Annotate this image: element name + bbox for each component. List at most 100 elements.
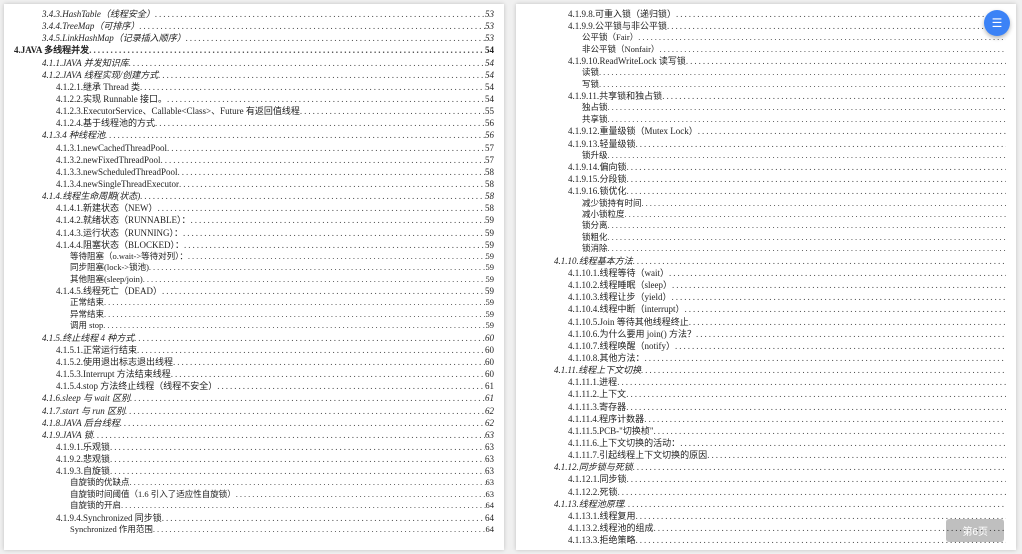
toc-entry[interactable]: 4.1.1. JAVA 并发知识库54	[14, 57, 494, 69]
toc-entry[interactable]: 非公平锁（Nonfair）	[526, 44, 1006, 55]
toc-page: 58	[485, 202, 494, 214]
toc-entry[interactable]: 3.4.4. TreeMap（可排序）53	[14, 20, 494, 32]
toc-entry[interactable]: 4.1.9.13. 轻量级锁	[526, 138, 1006, 150]
toc-entry[interactable]: 4.1.4.4. 阻塞状态（BLOCKED）：59	[14, 239, 494, 251]
toc-entry[interactable]: 锁升级	[526, 150, 1006, 161]
toc-entry[interactable]: 4.1.11.5. PCB-"切换桢"	[526, 425, 1006, 437]
toc-entry[interactable]: 4.1.9.14. 偏向锁	[526, 161, 1006, 173]
toc-entry[interactable]: 其他阻塞(sleep/join)59	[14, 274, 494, 285]
toc-entry[interactable]: 4.1.10.4. 线程中断（interrupt）	[526, 303, 1006, 315]
toc-entry[interactable]: 自旋锁的优缺点63	[14, 477, 494, 488]
toc-entry[interactable]: 4. JAVA 多线程并发54	[14, 44, 494, 56]
toc-dots	[617, 376, 1006, 388]
toc-entry[interactable]: 4.1.9.10. ReadWriteLock 读写锁	[526, 55, 1006, 67]
toc-entry[interactable]: 4.1.10.7. 线程唤醒（notify）	[526, 340, 1006, 352]
toc-entry[interactable]: 4.1.9.12. 重量级锁（Mutex Lock）	[526, 125, 1006, 137]
toc-entry[interactable]: 4.1.4.5. 线程死亡（DEAD）59	[14, 285, 494, 297]
toc-entry[interactable]: 4.1.9.15. 分段锁	[526, 173, 1006, 185]
toc-entry[interactable]: 4.1.12. 同步锁与死锁	[526, 461, 1006, 473]
toc-float-button[interactable]: ☰	[984, 10, 1010, 36]
toc-entry[interactable]: 4.1.13.3. 拒绝策略	[526, 534, 1006, 546]
toc-entry[interactable]: 4.1.4.3. 运行状态（RUNNING）：59	[14, 227, 494, 239]
toc-entry[interactable]: 4.1.5. 终止线程 4 种方式60	[14, 332, 494, 344]
toc-entry[interactable]: 4.1.3.4. newSingleThreadExecutor58	[14, 178, 494, 190]
toc-entry[interactable]: 4.1.9.2. 悲观锁63	[14, 453, 494, 465]
toc-label: 引起线程上下文切换的原因	[599, 449, 707, 461]
toc-entry[interactable]: 4.1.10.5. Join 等待其他线程终止	[526, 316, 1006, 328]
toc-entry[interactable]: 4.1.10.8. 其他方法：	[526, 352, 1006, 364]
toc-entry[interactable]: 4.1.10.6. 为什么要用 join() 方法？	[526, 328, 1006, 340]
toc-dots	[140, 190, 485, 202]
toc-entry[interactable]: 4.1.9.8. 可重入锁（递归锁）	[526, 8, 1006, 20]
toc-entry[interactable]: 减少锁持有时间	[526, 198, 1006, 209]
toc-entry[interactable]: 3.4.3. HashTable（线程安全）53	[14, 8, 494, 20]
toc-entry[interactable]: 写锁	[526, 79, 1006, 90]
toc-entry[interactable]: 4.1.13. 线程池原理	[526, 498, 1006, 510]
toc-entry[interactable]: 4.1.9.3. 自旋锁63	[14, 465, 494, 477]
toc-entry[interactable]: 4.1.9.16. 锁优化	[526, 185, 1006, 197]
toc-entry[interactable]: 锁分离	[526, 220, 1006, 231]
toc-dots	[707, 449, 1006, 461]
toc-entry[interactable]: 4.1.9. JAVA 锁63	[14, 429, 494, 441]
toc-entry[interactable]: 4.1.4.1. 新建状态（NEW）58	[14, 202, 494, 214]
toc-entry[interactable]: 4.1.5.4. stop 方法终止线程（线程不安全）61	[14, 380, 494, 392]
toc-entry[interactable]: 4.1.12.1. 同步锁	[526, 473, 1006, 485]
toc-entry[interactable]: 4.1.6. sleep 与 wait 区别61	[14, 392, 494, 404]
toc-entry[interactable]: 4.1.11. 线程上下文切换	[526, 364, 1006, 376]
toc-entry[interactable]: 调用 stop59	[14, 320, 494, 331]
toc-entry[interactable]: 4.1.11.2. 上下文	[526, 388, 1006, 400]
toc-label: LinkHashMap（记录插入顺序）	[62, 32, 186, 44]
toc-entry[interactable]: 4.1.12.2. 死锁	[526, 486, 1006, 498]
toc-entry[interactable]: 4.1.8. JAVA 后台线程62	[14, 417, 494, 429]
toc-entry[interactable]: 正常结束59	[14, 297, 494, 308]
toc-num: 4.1.2.3.	[56, 105, 83, 117]
toc-entry[interactable]: 4.1.13.1. 线程复用	[526, 510, 1006, 522]
toc-entry[interactable]: 4.1.10.2. 线程睡眠（sleep）	[526, 279, 1006, 291]
toc-entry[interactable]: Synchronized 作用范围64	[14, 524, 494, 535]
toc-label: Synchronized 同步锁	[83, 512, 162, 524]
toc-entry[interactable]: 4.1.10.1. 线程等待（wait）	[526, 267, 1006, 279]
toc-entry[interactable]: 共享锁	[526, 114, 1006, 125]
toc-entry[interactable]: 4.1.9.4. Synchronized 同步锁64	[14, 512, 494, 524]
toc-entry[interactable]: 4.1.10.3. 线程让步（yield）	[526, 291, 1006, 303]
toc-entry[interactable]: 4.1.4. 线程生命周期(状态)58	[14, 190, 494, 202]
toc-entry[interactable]: 4.1.11.6. 上下文切换的活动：	[526, 437, 1006, 449]
toc-entry[interactable]: 4.1.11.4. 程序计数器	[526, 413, 1006, 425]
toc-entry[interactable]: 4.1.9.1. 乐观锁63	[14, 441, 494, 453]
toc-entry[interactable]: 4.1.3.2. newFixedThreadPool57	[14, 154, 494, 166]
toc-entry[interactable]: 等待阻塞（o.wait->等待对列）：59	[14, 251, 494, 262]
toc-entry[interactable]: 公平锁（Fair）	[526, 32, 1006, 43]
toc-dots	[669, 267, 1006, 279]
toc-entry[interactable]: 独占锁	[526, 102, 1006, 113]
toc-entry[interactable]: 4.1.2. JAVA 线程实现/创建方式54	[14, 69, 494, 81]
toc-label: 自旋锁的优缺点	[70, 477, 130, 488]
toc-entry[interactable]: 4.1.3. 4 种线程池56	[14, 129, 494, 141]
toc-entry[interactable]: 4.1.3.1. newCachedThreadPool57	[14, 142, 494, 154]
toc-entry[interactable]: 4.1.11.1. 进程	[526, 376, 1006, 388]
toc-entry[interactable]: 4.1.2.4. 基于线程池的方式56	[14, 117, 494, 129]
toc-entry[interactable]: 3.4.5. LinkHashMap（记录插入顺序）53	[14, 32, 494, 44]
toc-entry[interactable]: 4.1.5.1. 正常运行结束60	[14, 344, 494, 356]
toc-entry[interactable]: 4.1.9.11. 共享锁和独占锁	[526, 90, 1006, 102]
toc-entry[interactable]: 异常结束59	[14, 309, 494, 320]
toc-entry[interactable]: 4.1.5.2. 使用退出标志退出线程60	[14, 356, 494, 368]
toc-entry[interactable]: 读锁	[526, 67, 1006, 78]
toc-entry[interactable]: 同步阻塞(lock->锁池)59	[14, 262, 494, 273]
toc-entry[interactable]: 4.1.2.3. ExecutorService、Callable<Class>…	[14, 105, 494, 117]
toc-entry[interactable]: 4.1.5.3. Interrupt 方法结束线程60	[14, 368, 494, 380]
toc-entry[interactable]: 锁粗化	[526, 232, 1006, 243]
toc-entry[interactable]: 4.1.11.3. 寄存器	[526, 401, 1006, 413]
toc-entry[interactable]: 减小锁粒度	[526, 209, 1006, 220]
toc-entry[interactable]: 4.1.11.7. 引起线程上下文切换的原因	[526, 449, 1006, 461]
toc-entry[interactable]: 4.1.2.1. 继承 Thread 类54	[14, 81, 494, 93]
toc-entry[interactable]: 4.1.9.9. 公平锁与非公平锁	[526, 20, 1006, 32]
toc-entry[interactable]: 自旋锁的开启64	[14, 500, 494, 511]
toc-entry[interactable]: 4.1.2.2. 实现 Runnable 接口。54	[14, 93, 494, 105]
toc-entry[interactable]: 4.1.4.2. 就绪状态（RUNNABLE）：59	[14, 214, 494, 226]
toc-entry[interactable]: 4.1.13.2. 线程池的组成	[526, 522, 1006, 534]
toc-entry[interactable]: 自旋锁时间阈值（1.6 引入了适应性自旋锁）63	[14, 489, 494, 500]
toc-entry[interactable]: 4.1.3.3. newScheduledThreadPool58	[14, 166, 494, 178]
toc-entry[interactable]: 4.1.7. start 与 run 区别62	[14, 405, 494, 417]
toc-entry[interactable]: 锁消除	[526, 243, 1006, 254]
toc-entry[interactable]: 4.1.10. 线程基本方法	[526, 255, 1006, 267]
